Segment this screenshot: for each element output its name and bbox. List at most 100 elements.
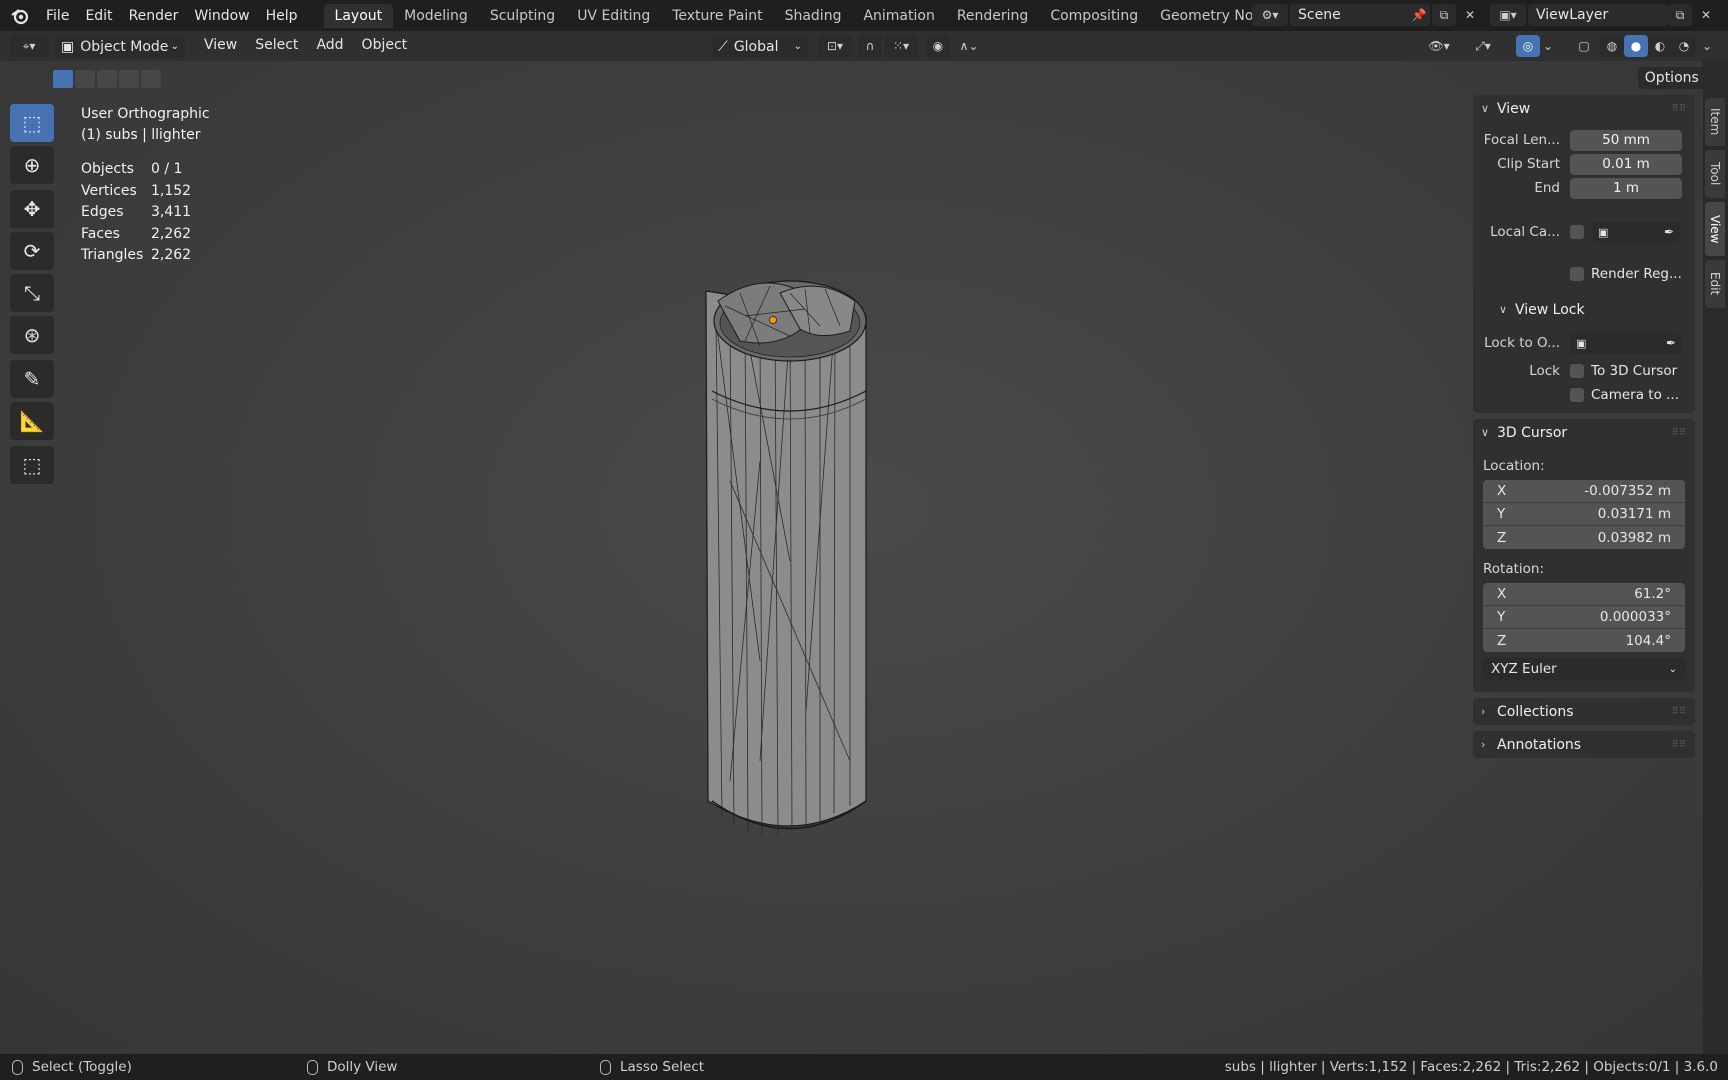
cursor-section-header[interactable]: ∨ 3D Cursor ⠿⠿ [1473, 419, 1695, 446]
transform-tool-icon[interactable]: ⊛ [10, 316, 54, 354]
tab-rendering[interactable]: Rendering [946, 4, 1040, 28]
scene-selector-icon[interactable]: ⚙▾ [1252, 4, 1288, 26]
clip-end-field[interactable]: 1 m [1570, 177, 1682, 199]
menu-edit[interactable]: Edit [77, 8, 120, 24]
transform-orientation-selector[interactable]: ⟋ Global ⌄ [712, 35, 808, 58]
menu-render[interactable]: Render [121, 8, 187, 24]
pivot-point-icon[interactable]: ⊡▾ [818, 35, 852, 57]
drag-handle-icon[interactable]: ⠿⠿ [1672, 740, 1687, 750]
falloff-icon[interactable]: ∧⌄ [952, 35, 986, 57]
menu-view[interactable]: View [195, 37, 246, 53]
rotation-z-field[interactable]: Z 104.4° [1483, 629, 1685, 652]
tab-texture-paint[interactable]: Texture Paint [661, 4, 773, 28]
delete-view-layer-icon[interactable]: ✕ [1694, 4, 1718, 26]
editor-type-icon[interactable]: ⌖▾ [10, 35, 48, 57]
sidebar-tab-item[interactable]: Item [1705, 98, 1725, 146]
snap-icon[interactable]: ∩ [858, 35, 882, 57]
select-subtract-icon[interactable] [97, 70, 117, 88]
menu-file[interactable]: File [38, 8, 77, 24]
select-extend-icon[interactable] [75, 70, 95, 88]
camera-to-view-checkbox[interactable] [1570, 388, 1584, 402]
measure-tool-icon[interactable]: 📐 [10, 402, 54, 440]
sidebar-tab-view[interactable]: View [1705, 202, 1725, 256]
tab-sculpting[interactable]: Sculpting [479, 4, 566, 28]
menu-add[interactable]: Add [307, 37, 352, 53]
chevron-down-icon: ⌄ [1668, 663, 1677, 675]
drag-handle-icon[interactable]: ⠿⠿ [1672, 104, 1687, 114]
section-title: Collections [1497, 703, 1574, 720]
shading-dropdown-icon[interactable]: ⌄ [1698, 35, 1716, 57]
eyedropper-icon[interactable]: ✒ [1666, 336, 1676, 350]
camera-picker-field[interactable]: ▣ ✒ [1592, 221, 1680, 243]
lock-to-cursor-checkbox[interactable] [1570, 364, 1584, 378]
rendered-shading-icon[interactable]: ◔ [1672, 35, 1696, 57]
wireframe-shading-icon[interactable]: ◍ [1600, 35, 1624, 57]
xray-icon[interactable]: ▢ [1572, 35, 1596, 57]
visibility-icon[interactable]: 👁▾ [1420, 35, 1458, 57]
lock-to-object-row: Lock to O... ▣ ✒ [1473, 331, 1695, 355]
proportional-editing-icon[interactable]: ◉ [926, 35, 950, 57]
view-section: ∨ View ⠿⠿ Focal Len... 50 mm Clip Start … [1473, 95, 1695, 413]
rotation-mode-dropdown[interactable]: XYZ Euler ⌄ [1483, 658, 1685, 680]
select-box-tool-icon[interactable]: ⬚ [10, 104, 54, 142]
overlays-icon[interactable]: ◎ [1516, 35, 1540, 57]
blender-logo-icon[interactable] [10, 6, 30, 26]
menu-select[interactable]: Select [246, 37, 307, 53]
render-region-checkbox[interactable] [1570, 267, 1584, 281]
solid-shading-icon[interactable]: ● [1624, 35, 1648, 57]
delete-scene-icon[interactable]: ✕ [1458, 4, 1482, 26]
tab-uv-editing[interactable]: UV Editing [566, 4, 661, 28]
drag-handle-icon[interactable]: ⠿⠿ [1672, 707, 1687, 717]
tab-shading[interactable]: Shading [774, 4, 853, 28]
lighter-mesh[interactable] [0, 61, 1703, 1054]
sidebar-tab-edit[interactable]: Edit [1705, 260, 1725, 308]
rotation-y-field[interactable]: Y 0.000033° [1483, 606, 1685, 629]
new-scene-icon[interactable]: ⧉ [1432, 4, 1456, 26]
local-camera-checkbox[interactable] [1570, 225, 1584, 239]
location-y-field[interactable]: Y 0.03171 m [1483, 503, 1685, 526]
tab-modeling[interactable]: Modeling [393, 4, 479, 28]
tab-layout[interactable]: Layout [323, 3, 394, 28]
add-cube-tool-icon[interactable]: ⬚ [10, 446, 54, 484]
axis-value: 0.03171 m [1597, 506, 1671, 522]
select-intersect-icon[interactable] [141, 70, 161, 88]
move-tool-icon[interactable]: ✥ [10, 190, 54, 228]
view-layer-field[interactable]: ViewLayer [1528, 4, 1668, 26]
local-camera-label: Local Ca... [1490, 224, 1560, 240]
scale-tool-icon[interactable]: ⤡ [10, 274, 54, 312]
location-x-field[interactable]: X -0.007352 m [1483, 480, 1685, 503]
select-invert-icon[interactable] [119, 70, 139, 88]
menu-help[interactable]: Help [258, 8, 306, 24]
object-mode-icon: ▣ [61, 38, 75, 55]
view-layer-selector-icon[interactable]: ▣▾ [1490, 4, 1526, 26]
select-new-icon[interactable] [53, 70, 73, 88]
view-lock-header[interactable]: ∨ View Lock [1473, 296, 1695, 323]
tab-animation[interactable]: Animation [852, 4, 945, 28]
lock-object-picker[interactable]: ▣ ✒ [1570, 332, 1682, 354]
annotate-tool-icon[interactable]: ✎ [10, 360, 54, 398]
3d-viewport[interactable] [0, 61, 1703, 1054]
mode-selector[interactable]: ▣ Object Mode ⌄ [55, 35, 185, 58]
gizmo-icon[interactable]: ⤢▾ [1464, 35, 1502, 57]
cursor-tool-icon[interactable]: ⊕ [10, 146, 54, 184]
pin-icon[interactable]: 📌 [1407, 4, 1431, 26]
sidebar-tab-tool[interactable]: Tool [1705, 150, 1725, 198]
annotations-section-header[interactable]: › Annotations ⠿⠿ [1473, 731, 1695, 758]
clip-start-field[interactable]: 0.01 m [1570, 153, 1682, 175]
new-view-layer-icon[interactable]: ⧉ [1668, 4, 1692, 26]
tab-compositing[interactable]: Compositing [1039, 4, 1149, 28]
view-section-header[interactable]: ∨ View ⠿⠿ [1473, 95, 1695, 122]
overlays-dropdown-icon[interactable]: ⌄ [1540, 35, 1556, 57]
collections-section-header[interactable]: › Collections ⠿⠿ [1473, 698, 1695, 725]
material-shading-icon[interactable]: ◐ [1648, 35, 1672, 57]
drag-handle-icon[interactable]: ⠿⠿ [1672, 428, 1687, 438]
rotate-tool-icon[interactable]: ⟳ [10, 232, 54, 270]
location-z-field[interactable]: Z 0.03982 m [1483, 526, 1685, 549]
stat-row: Vertices 1,152 [81, 181, 191, 203]
focal-length-field[interactable]: 50 mm [1570, 129, 1682, 151]
menu-object[interactable]: Object [353, 37, 417, 53]
eyedropper-icon[interactable]: ✒ [1664, 225, 1674, 239]
snap-target-icon[interactable]: ⁙▾ [884, 35, 918, 57]
menu-window[interactable]: Window [186, 8, 257, 24]
rotation-x-field[interactable]: X 61.2° [1483, 583, 1685, 606]
